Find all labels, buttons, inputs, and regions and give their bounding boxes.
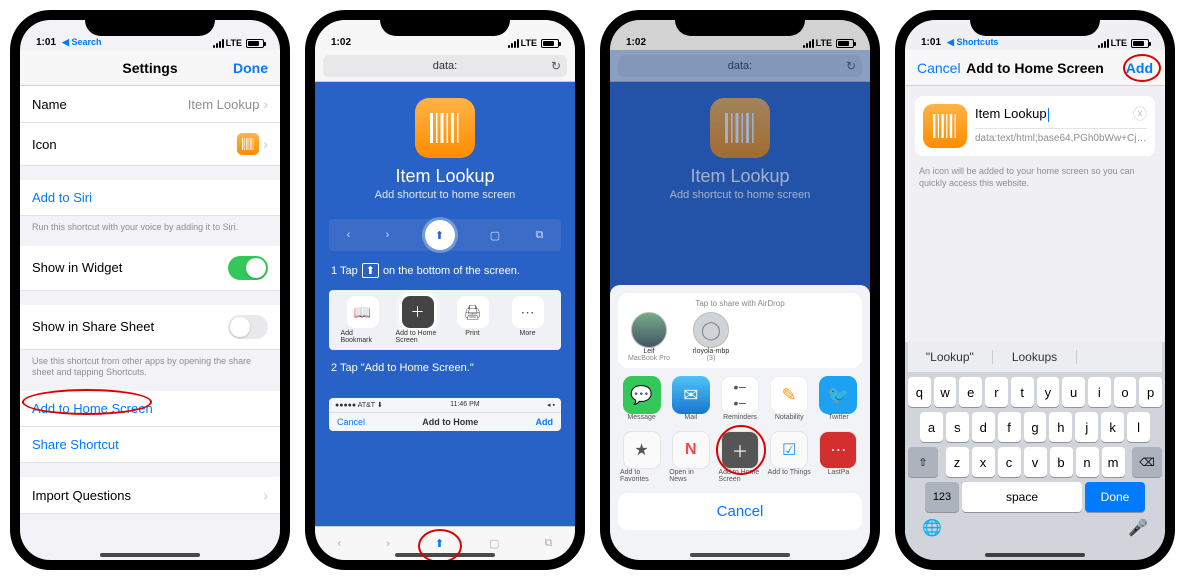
shift-key[interactable]: ⇧: [908, 447, 938, 477]
add-to-siri[interactable]: Add to Siri: [20, 180, 280, 216]
page-title: Settings: [122, 60, 177, 76]
reload-icon[interactable]: ↻: [551, 59, 561, 73]
widget-toggle[interactable]: [228, 256, 268, 280]
sharesheet-hint: Use this shortcut from other apps by ope…: [20, 350, 280, 391]
mic-icon[interactable]: 🎤: [1128, 518, 1148, 538]
back-shortcuts[interactable]: ◀ Shortcuts: [947, 37, 998, 48]
add-button[interactable]: Add: [1126, 60, 1153, 76]
phone-1-settings: 1:01◀ Search LTE Settings Done NameItem …: [10, 10, 290, 570]
key-x[interactable]: x: [972, 447, 995, 477]
safari-url-bar[interactable]: data:↻: [315, 50, 575, 82]
key-y[interactable]: y: [1037, 377, 1060, 407]
key-m[interactable]: m: [1102, 447, 1125, 477]
cancel-button[interactable]: Cancel: [618, 493, 862, 530]
show-in-widget[interactable]: Show in Widget: [20, 246, 280, 291]
app-reminders[interactable]: •−•−Reminders: [718, 376, 761, 421]
key-d[interactable]: d: [972, 412, 995, 442]
import-questions[interactable]: Import Questions›: [20, 477, 280, 514]
key-i[interactable]: i: [1088, 377, 1111, 407]
phone-2-safari-instructions: 1:02 LTE data:↻ Item Lookup Add shortcut…: [305, 10, 585, 570]
phone-4-add-home: 1:01◀ Shortcuts LTE Cancel Add to Home S…: [895, 10, 1175, 570]
barcode-icon: [237, 133, 259, 155]
phone-3-share-sheet: 1:02 LTE data:↻ Item Lookup Add shortcut…: [600, 10, 880, 570]
action-things[interactable]: ☑Add to Things: [768, 431, 811, 483]
sharesheet-toggle[interactable]: [228, 315, 268, 339]
action-news[interactable]: NOpen in News: [669, 431, 712, 483]
action-favorites[interactable]: ★Add to Favorites: [620, 431, 663, 483]
app-mail[interactable]: ✉Mail: [669, 376, 712, 421]
url-field: data:text/html;base64,PGh0bWw+Cjx...: [975, 129, 1147, 144]
app-notability[interactable]: ✎Notability: [768, 376, 811, 421]
shortcut-sub: Add shortcut to home screen: [315, 189, 575, 201]
key-k[interactable]: k: [1101, 412, 1124, 442]
share-sheet: Tap to share with AirDrop LeifMacBook Pr…: [610, 285, 870, 560]
key-f[interactable]: f: [998, 412, 1021, 442]
key-c[interactable]: c: [998, 447, 1021, 477]
name-input[interactable]: Item Lookupⓧ: [975, 104, 1147, 129]
show-in-share-sheet[interactable]: Show in Share Sheet: [20, 305, 280, 350]
key-v[interactable]: v: [1024, 447, 1047, 477]
action-row: ★Add to Favorites NOpen in News ＋Add to …: [618, 431, 862, 483]
numbers-key[interactable]: 123: [925, 482, 959, 512]
key-s[interactable]: s: [946, 412, 969, 442]
step-1: 1 Tap⬆on the bottom of the screen.: [315, 257, 575, 284]
key-h[interactable]: h: [1049, 412, 1072, 442]
key-o[interactable]: o: [1114, 377, 1137, 407]
back-search[interactable]: ◀ Search: [62, 37, 101, 48]
key-q[interactable]: q: [908, 377, 931, 407]
backspace-key[interactable]: ⌫: [1132, 447, 1162, 477]
key-j[interactable]: j: [1075, 412, 1098, 442]
key-n[interactable]: n: [1076, 447, 1099, 477]
navbar: Cancel Add to Home Screen Add: [905, 50, 1165, 86]
airdrop-person[interactable]: ◯rloyola-mbp(3): [686, 312, 736, 362]
name-cell[interactable]: NameItem Lookup›: [20, 86, 280, 123]
key-e[interactable]: e: [959, 377, 982, 407]
app-twitter[interactable]: 🐦Twitter: [817, 376, 860, 421]
navbar: Settings Done: [20, 50, 280, 86]
airdrop-section: Tap to share with AirDrop LeifMacBook Pr…: [618, 293, 862, 368]
key-a[interactable]: a: [920, 412, 943, 442]
mini-share-actions: 📖Add Bookmark ＋Add to Home Screen 🖨Print…: [329, 290, 561, 350]
action-add-home[interactable]: ＋Add to Home Screen: [718, 431, 761, 483]
key-w[interactable]: w: [934, 377, 957, 407]
clear-icon[interactable]: ⓧ: [1133, 104, 1147, 124]
barcode-icon: [923, 104, 967, 148]
space-key[interactable]: space: [962, 482, 1082, 512]
key-r[interactable]: r: [985, 377, 1008, 407]
siri-hint: Run this shortcut with your voice by add…: [20, 216, 280, 246]
key-g[interactable]: g: [1024, 412, 1047, 442]
cancel-button[interactable]: Cancel: [917, 60, 961, 76]
key-b[interactable]: b: [1050, 447, 1073, 477]
step-2: 2 Tap "Add to Home Screen.": [315, 356, 575, 380]
shortcut-name: Item Lookup: [315, 166, 575, 187]
key-u[interactable]: u: [1062, 377, 1085, 407]
mini-toolbar: ‹›⬆▢⧉: [329, 219, 561, 251]
key-p[interactable]: p: [1139, 377, 1162, 407]
page-title: Add to Home Screen: [966, 60, 1104, 76]
shortcut-card: Item Lookupⓧ data:text/html;base64,PGh0b…: [915, 96, 1155, 156]
key-t[interactable]: t: [1011, 377, 1034, 407]
action-lastpass[interactable]: ⋯LastPa: [817, 431, 860, 483]
keyboard[interactable]: "Lookup"Lookups qwertyuiop asdfghjkl ⇧ zx…: [905, 342, 1165, 560]
add-to-home-screen[interactable]: Add to Home Screen: [20, 391, 280, 427]
share-icon: ⬆: [425, 220, 455, 250]
airdrop-person[interactable]: LeifMacBook Pro: [624, 312, 674, 362]
mini-add-preview: ●●●●● AT&T ⬇11:46 PM◂ ▪ CancelAdd to Hom…: [329, 398, 561, 431]
barcode-icon: [415, 98, 475, 158]
app-row: 💬Message ✉Mail •−•−Reminders ✎Notability…: [618, 376, 862, 421]
key-l[interactable]: l: [1127, 412, 1150, 442]
icon-cell[interactable]: Icon›: [20, 123, 280, 166]
globe-icon[interactable]: 🌐: [922, 518, 942, 538]
done-button[interactable]: Done: [233, 60, 268, 76]
share-icon[interactable]: ⬆: [435, 537, 444, 550]
key-z[interactable]: z: [946, 447, 969, 477]
description: An icon will be added to your home scree…: [905, 166, 1165, 189]
keyboard-done[interactable]: Done: [1085, 482, 1145, 512]
app-message[interactable]: 💬Message: [620, 376, 663, 421]
share-shortcut[interactable]: Share Shortcut: [20, 427, 280, 463]
chevron-right-icon: ›: [263, 96, 268, 112]
suggestion-bar[interactable]: "Lookup"Lookups: [908, 342, 1162, 372]
